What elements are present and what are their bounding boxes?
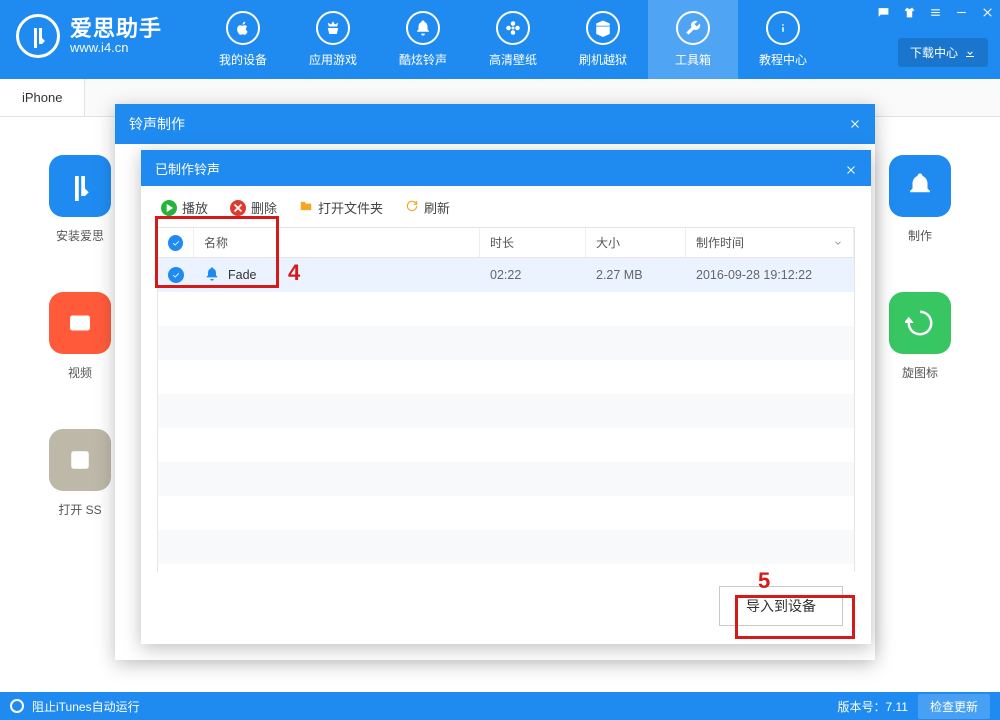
wrench-icon [676,11,710,45]
menu-icon[interactable] [928,5,942,19]
nav-toolbox[interactable]: 工具箱 [648,0,738,79]
checkbox-icon [168,267,184,283]
play-icon [161,200,177,216]
col-select[interactable] [158,228,194,257]
table-row [158,496,854,530]
row-name: Fade [194,266,480,285]
logo-icon [16,14,60,58]
row-size: 2.27 MB [586,268,686,282]
flower-icon [496,11,530,45]
nav-tutorials[interactable]: 教程中心 [738,0,828,79]
block-itunes-toggle[interactable] [10,699,24,713]
col-duration[interactable]: 时长 [480,228,586,257]
app-header: 爱思助手 www.i4.cn 我的设备 应用游戏 酷炫铃声 高清壁纸 刷机越狱 … [0,0,1000,79]
app-url: www.i4.cn [70,41,162,55]
tile-make[interactable]: 制作 [882,155,958,244]
bell-icon [406,11,440,45]
table-header: 名称 时长 大小 制作时间 [158,228,854,258]
inner-dialog-titlebar[interactable]: 已制作铃声 [141,150,871,186]
refresh-button[interactable]: 刷新 [405,198,450,217]
table-row [158,326,854,360]
window-controls [876,5,994,19]
ringtone-icon [204,266,220,285]
download-icon [964,47,976,59]
row-duration: 02:22 [480,268,586,282]
tile-video[interactable]: 视频 [42,292,118,381]
ringtone-table: 名称 时长 大小 制作时间 Fade 02:22 [157,227,855,572]
checkbox-icon [168,235,183,251]
tab-iphone[interactable]: iPhone [0,79,85,116]
close-icon [849,118,861,130]
nav-ringtones[interactable]: 酷炫铃声 [378,0,468,79]
chevron-down-icon [833,237,843,251]
inner-dialog-body: 播放 删除 打开文件夹 刷新 [141,186,871,644]
app-title: 爱思助手 [70,17,162,41]
row-mtime: 2016-09-28 19:12:22 [686,268,854,282]
version-label: 版本号：7.11 [838,698,908,715]
apple-icon [226,11,260,45]
tile-rotate-icons[interactable]: 旋图标 [882,292,958,381]
folder-icon [299,199,313,216]
table-row [158,360,854,394]
row-checkbox[interactable] [158,267,194,283]
table-row[interactable]: Fade 02:22 2.27 MB 2016-09-28 19:12:22 [158,258,854,292]
refresh-icon [405,199,419,216]
open-folder-button[interactable]: 打开文件夹 [299,198,383,217]
app-logo: 爱思助手 www.i4.cn [0,0,180,58]
nav-my-device[interactable]: 我的设备 [198,0,288,79]
dialog-titlebar[interactable]: 铃声制作 [115,104,875,144]
box-icon [586,11,620,45]
table-row [158,530,854,564]
appstore-icon [316,11,350,45]
play-button[interactable]: 播放 [161,198,208,217]
import-to-device-button[interactable]: 导入到设备 [719,586,843,626]
table-row [158,394,854,428]
download-center-button[interactable]: 下载中心 [898,38,988,67]
dialog-title: 铃声制作 [129,114,185,134]
block-itunes-label: 阻止iTunes自动运行 [32,698,140,715]
tile-install[interactable]: 安装爱思 [42,155,118,244]
tile-open-ssh[interactable]: 打开 SS [42,429,118,518]
table-body: Fade 02:22 2.27 MB 2016-09-28 19:12:22 [158,258,854,572]
made-ringtones-dialog: 已制作铃声 播放 删除 打开文件夹 [141,150,871,644]
nav-wallpapers[interactable]: 高清壁纸 [468,0,558,79]
check-update-button[interactable]: 检查更新 [918,694,990,719]
status-bar: 阻止iTunes自动运行 版本号：7.11 检查更新 [0,692,1000,720]
nav-flash[interactable]: 刷机越狱 [558,0,648,79]
main-nav: 我的设备 应用游戏 酷炫铃声 高清壁纸 刷机越狱 工具箱 教程中心 [198,0,828,79]
skin-icon[interactable] [902,5,916,19]
col-mtime[interactable]: 制作时间 [686,228,854,257]
col-size[interactable]: 大小 [586,228,686,257]
table-row [158,462,854,496]
delete-icon [230,200,246,216]
dialog-close-button[interactable] [835,104,875,144]
nav-apps[interactable]: 应用游戏 [288,0,378,79]
inner-dialog-close-button[interactable] [831,150,871,190]
table-row [158,428,854,462]
close-icon[interactable] [980,5,994,19]
minimize-icon[interactable] [954,5,968,19]
col-name[interactable]: 名称 [194,228,480,257]
delete-button[interactable]: 删除 [230,198,277,217]
close-icon [845,164,857,176]
inner-toolbar: 播放 删除 打开文件夹 刷新 [157,196,855,227]
feedback-icon[interactable] [876,5,890,19]
table-row [158,292,854,326]
info-icon [766,11,800,45]
inner-dialog-title: 已制作铃声 [155,159,220,178]
